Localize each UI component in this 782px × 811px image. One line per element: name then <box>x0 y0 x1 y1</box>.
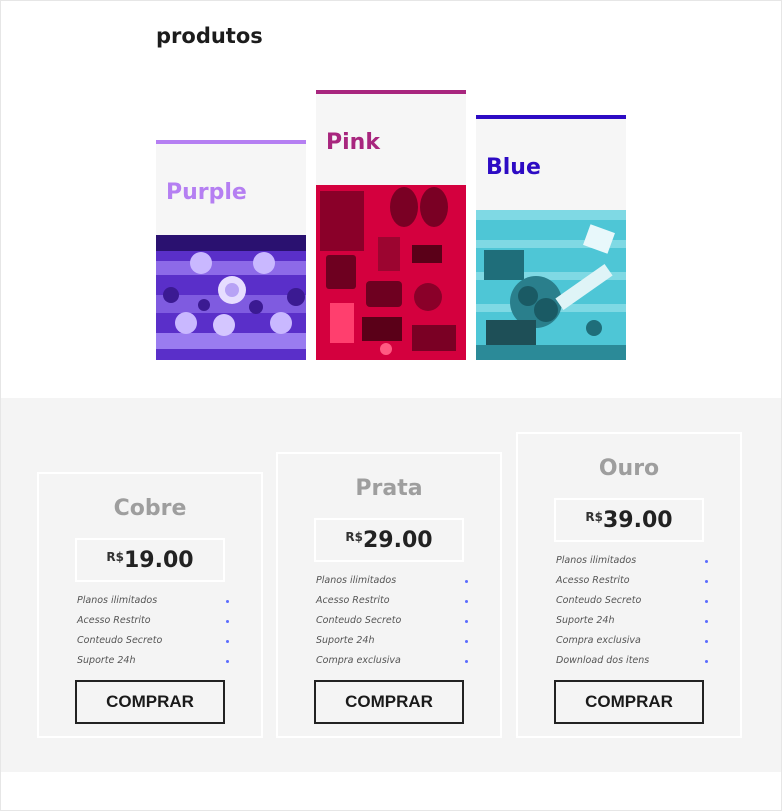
feature-item: Conteudo Secreto <box>316 612 468 632</box>
price-box: R$ 29.00 <box>314 518 464 562</box>
bullet-icon <box>465 620 468 623</box>
bullet-icon <box>465 600 468 603</box>
bullet-icon <box>705 640 708 643</box>
price-currency: R$ <box>106 550 124 564</box>
feature-item: Compra exclusiva <box>556 632 708 652</box>
feature-item: Planos ilimitados <box>316 572 468 592</box>
bullet-icon <box>705 600 708 603</box>
products-title: produtos <box>156 24 263 48</box>
product-name: Blue <box>486 155 541 180</box>
feature-item: Download dos itens <box>556 652 708 672</box>
feature-list: Planos ilimitados Acesso Restrito Conteu… <box>556 552 708 672</box>
product-name: Pink <box>326 130 380 155</box>
pricing-section: Cobre R$ 19.00 Planos ilimitados Acesso … <box>1 398 781 772</box>
price-currency: R$ <box>345 530 363 544</box>
table-setting-photo <box>156 235 306 360</box>
feature-item: Planos ilimitados <box>77 592 229 612</box>
buy-button-cobre[interactable]: COMPRAR <box>75 680 225 724</box>
plan-card-prata: Prata R$ 29.00 Planos ilimitados Acesso … <box>276 452 502 738</box>
bullet-icon <box>226 600 229 603</box>
travel-gear-photo <box>316 185 466 360</box>
feature-list: Planos ilimitados Acesso Restrito Conteu… <box>77 592 229 672</box>
feature-item: Acesso Restrito <box>556 572 708 592</box>
product-card-pink[interactable]: Pink <box>316 90 466 360</box>
bullet-icon <box>465 580 468 583</box>
bullet-icon <box>705 660 708 663</box>
bullet-icon <box>705 560 708 563</box>
feature-item: Compra exclusiva <box>316 652 468 672</box>
feature-list: Planos ilimitados Acesso Restrito Conteu… <box>316 572 468 672</box>
product-card-purple[interactable]: Purple <box>156 140 306 360</box>
bullet-icon <box>226 660 229 663</box>
price-currency: R$ <box>585 510 603 524</box>
plan-card-cobre: Cobre R$ 19.00 Planos ilimitados Acesso … <box>37 472 263 738</box>
bullet-icon <box>226 640 229 643</box>
feature-item: Acesso Restrito <box>316 592 468 612</box>
plan-name: Prata <box>355 476 423 501</box>
price-value: 19.00 <box>124 547 194 573</box>
product-card-blue[interactable]: Blue <box>476 115 626 360</box>
feature-item: Conteudo Secreto <box>77 632 229 652</box>
bullet-icon <box>465 660 468 663</box>
feature-item: Suporte 24h <box>316 632 468 652</box>
price-value: 39.00 <box>603 507 673 533</box>
bullet-icon <box>226 620 229 623</box>
bullet-icon <box>705 580 708 583</box>
feature-item: Acesso Restrito <box>77 612 229 632</box>
plan-name: Cobre <box>113 496 187 521</box>
product-name: Purple <box>166 180 247 205</box>
buy-button-ouro[interactable]: COMPRAR <box>554 680 704 724</box>
bullet-icon <box>465 640 468 643</box>
plan-name: Ouro <box>598 456 660 481</box>
plan-card-ouro: Ouro R$ 39.00 Planos ilimitados Acesso R… <box>516 432 742 738</box>
feature-item: Suporte 24h <box>77 652 229 672</box>
desk-flowers-photo <box>476 210 626 360</box>
bullet-icon <box>705 620 708 623</box>
feature-item: Conteudo Secreto <box>556 592 708 612</box>
price-box: R$ 39.00 <box>554 498 704 542</box>
buy-button-prata[interactable]: COMPRAR <box>314 680 464 724</box>
feature-item: Planos ilimitados <box>556 552 708 572</box>
price-value: 29.00 <box>363 527 433 553</box>
price-box: R$ 19.00 <box>75 538 225 582</box>
feature-item: Suporte 24h <box>556 612 708 632</box>
